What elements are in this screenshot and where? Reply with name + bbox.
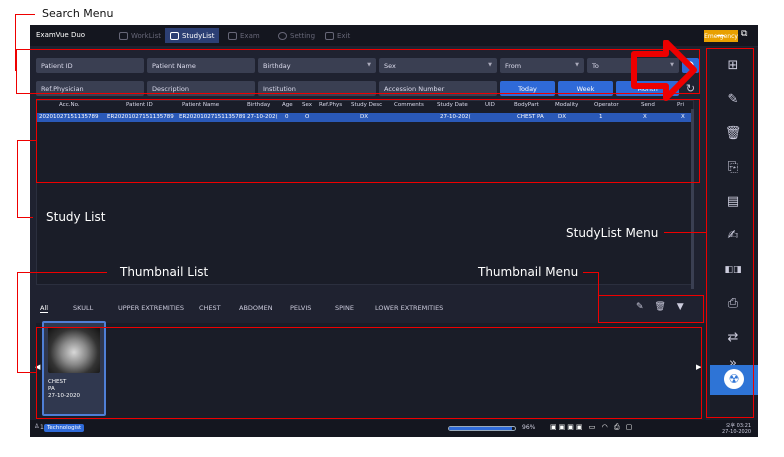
tab-skull[interactable]: SKULL <box>73 304 93 312</box>
annotation-box-thumbnails <box>36 327 702 419</box>
annotation-search-menu: Search Menu <box>42 7 114 20</box>
annotation-box-search <box>16 49 700 94</box>
annotation-box-studylist <box>36 99 700 183</box>
tab-upper-extremities[interactable]: UPPER EXTREMITIES <box>118 304 184 312</box>
tab-all[interactable]: All <box>40 304 49 313</box>
annotation-line <box>17 272 18 372</box>
annotation-study-list: Study List <box>46 210 106 224</box>
tab-worklist[interactable]: WorkList <box>114 28 166 43</box>
restore-icon[interactable]: ⧉ <box>741 29 747 39</box>
storage-progress <box>448 426 516 431</box>
user-icon: ♙ <box>34 423 40 430</box>
annotation-line <box>598 272 599 295</box>
annotation-line <box>17 372 36 373</box>
device-status-icons: ▣▣▣▣ ▭ ◠ ⎙ ▢ <box>550 423 634 432</box>
tab-chest[interactable]: CHEST <box>199 304 221 312</box>
list-icon <box>119 31 128 40</box>
role-badge: Technologist <box>44 424 85 432</box>
tab-lower-extremities[interactable]: LOWER EXTREMITIES <box>375 304 443 312</box>
printer-icon: ⎙ <box>613 423 622 431</box>
progress-percent: 96% <box>522 424 536 431</box>
annotation-arrow-icon <box>631 40 697 101</box>
detector-icon: ▣ <box>575 423 585 431</box>
minimize-icon[interactable]: ▁ <box>717 27 724 37</box>
tab-setting[interactable]: Setting <box>273 28 320 43</box>
annotation-line <box>17 140 18 217</box>
annotation-studylist-menu: StudyList Menu <box>566 226 659 240</box>
wifi-icon: ◠ <box>601 423 610 431</box>
annotation-line <box>17 217 33 218</box>
annotation-line <box>15 14 35 15</box>
tab-abdomen[interactable]: ABDOMEN <box>239 304 273 312</box>
tab-spine[interactable]: SPINE <box>335 304 354 312</box>
display-icon: ▢ <box>625 423 635 431</box>
annotation-line <box>17 140 36 141</box>
screenshot-canvas: Search Menu ExamVue Duo WorkList StudyLi… <box>0 0 784 457</box>
annotation-line <box>664 232 706 233</box>
progress-fill <box>449 427 513 430</box>
tab-pelvis[interactable]: PELVIS <box>290 304 311 312</box>
tab-studylist[interactable]: StudyList <box>165 28 220 43</box>
clock: 오후 03:21 27-10-2020 <box>722 423 752 435</box>
thumbnail-tabs: All SKULL UPPER EXTREMITIES CHEST ABDOME… <box>36 301 686 315</box>
status-bar: ♙ 1 Technologist 96% ▣▣▣▣ ▭ ◠ ⎙ ▢ 오후 03:… <box>30 420 758 437</box>
detector-icon: ▣ <box>558 423 568 431</box>
tab-exit[interactable]: Exit <box>320 28 355 43</box>
annotation-box-thumbnail-menu <box>598 295 704 323</box>
annotation-box-studylist-menu <box>706 48 754 418</box>
annotation-line <box>17 272 107 273</box>
annotation-thumbnail-menu: Thumbnail Menu <box>478 265 579 279</box>
detector-icon: ▣ <box>567 423 576 431</box>
annotation-thumbnail-list: Thumbnail List <box>120 265 209 279</box>
detector-icon: ▣ <box>550 423 559 431</box>
exit-icon <box>325 31 334 40</box>
gear-icon <box>278 31 287 40</box>
annotation-line <box>583 272 599 273</box>
tab-exam[interactable]: Exam <box>223 28 265 43</box>
battery-icon: ▭ <box>588 423 598 431</box>
monitor-icon <box>228 31 237 40</box>
database-icon <box>170 31 179 40</box>
app-name: ExamVue Duo <box>36 31 86 39</box>
